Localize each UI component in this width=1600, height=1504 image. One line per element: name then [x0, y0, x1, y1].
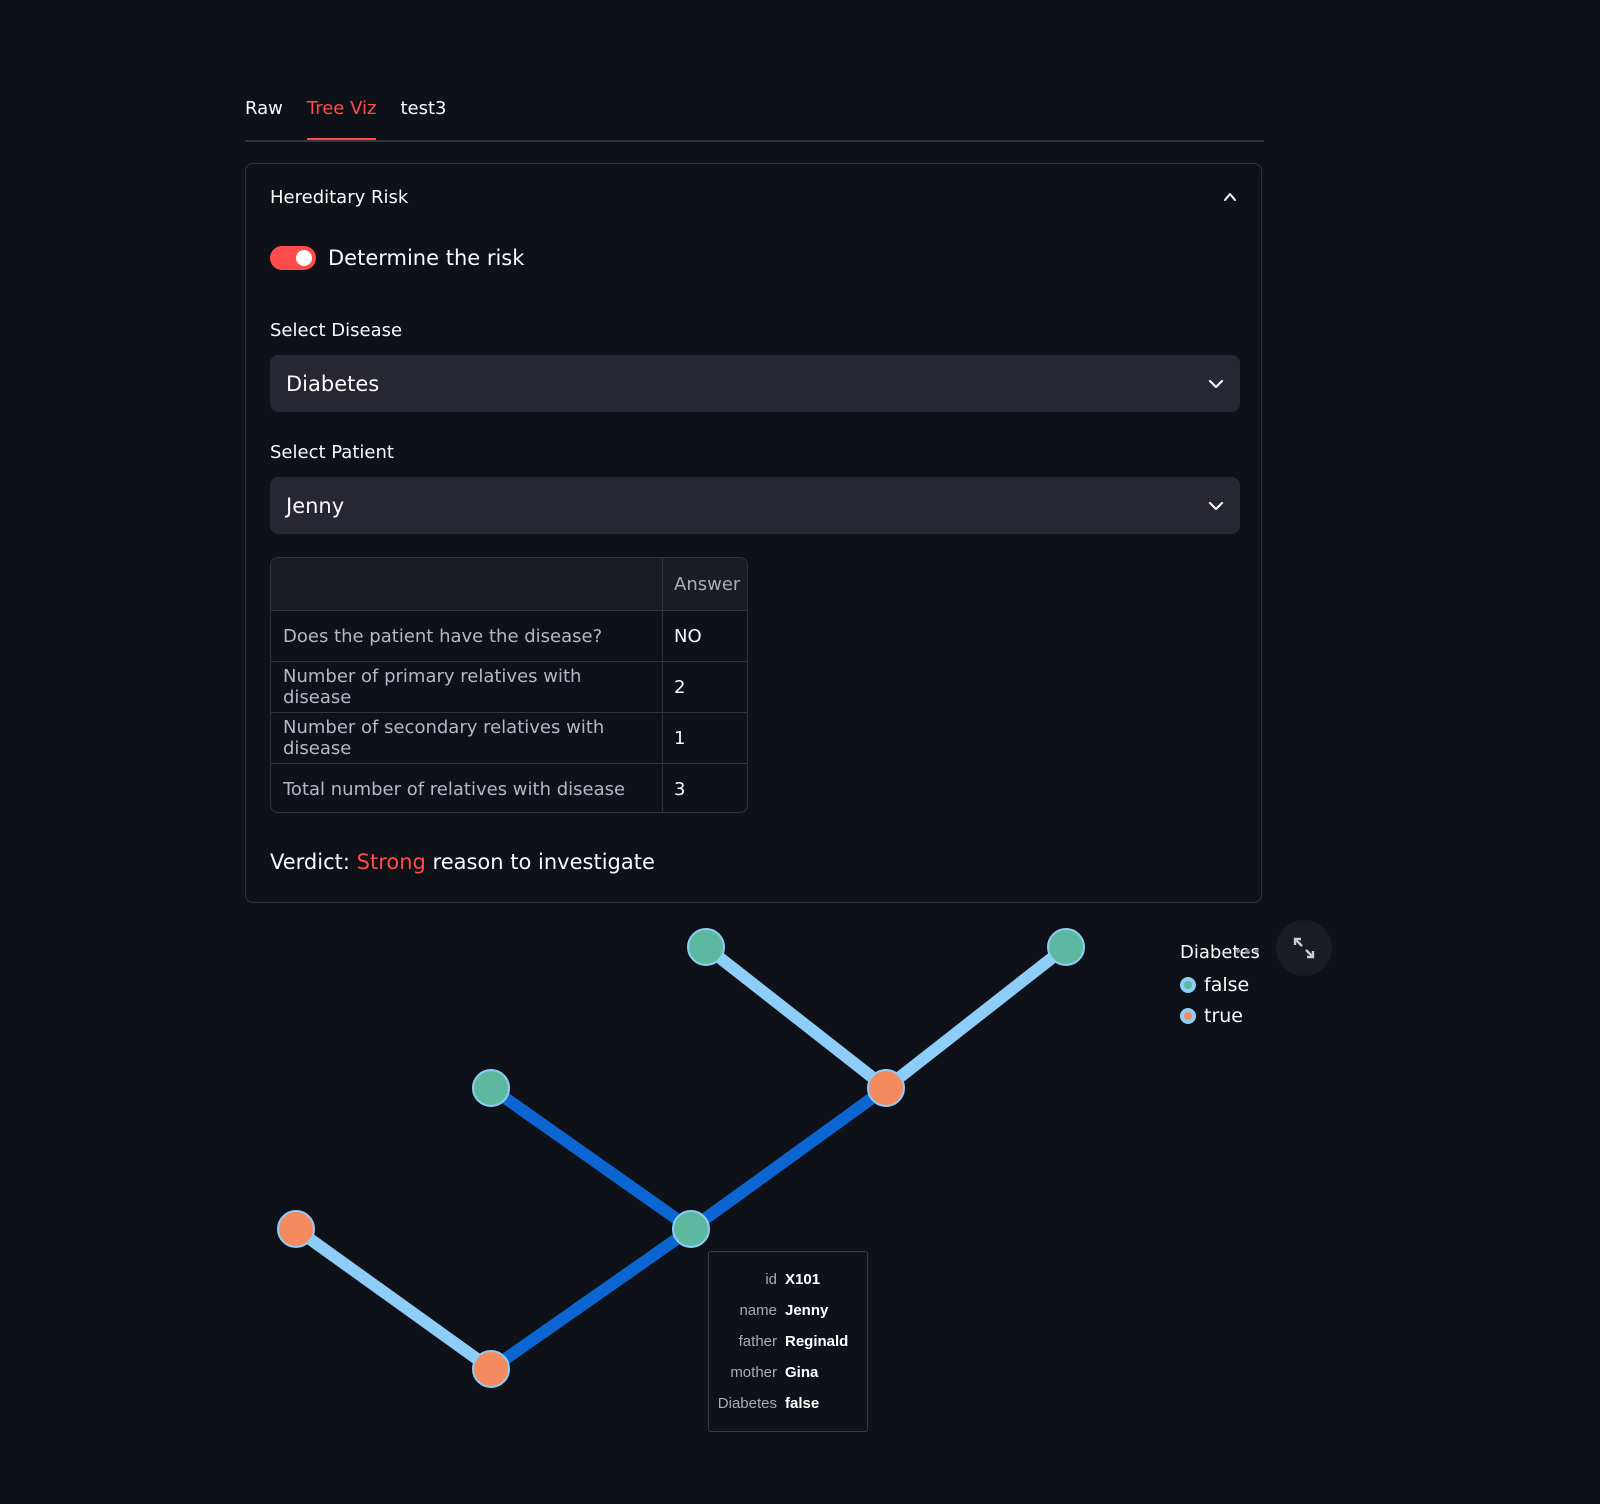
tab-tree-viz[interactable]: Tree Viz: [306, 88, 376, 140]
toggle-knob: [296, 250, 312, 266]
tree-edge: [487, 1083, 695, 1234]
table-row: Number of secondary relatives with disea…: [271, 712, 747, 763]
chevron-down-icon: [1208, 501, 1224, 510]
tab-bar: Raw Tree Viz test3: [245, 88, 1264, 142]
table-row: Does the patient have the disease? NO: [271, 610, 747, 661]
tree-node[interactable]: [867, 1069, 905, 1107]
legend-item-false[interactable]: false: [1180, 969, 1260, 1000]
tree-node[interactable]: [472, 1350, 510, 1388]
table-cell: Number of secondary relatives with disea…: [271, 713, 663, 763]
tree-node[interactable]: [672, 1210, 710, 1248]
tab-raw[interactable]: Raw: [245, 88, 283, 128]
tooltip-value: Reginald: [785, 1333, 849, 1350]
node-tooltip: id X101 name Jenny father Reginald mothe…: [708, 1251, 868, 1432]
table-cell: Number of primary relatives with disease: [271, 662, 663, 712]
tooltip-value: Gina: [785, 1364, 819, 1381]
disease-select-value: Diabetes: [286, 371, 380, 396]
hereditary-risk-expander: Hereditary Risk Determine the risk Selec…: [245, 163, 1262, 903]
table-header-cell: [271, 558, 663, 610]
table-header-row: Answer: [271, 558, 747, 610]
app-page: Raw Tree Viz test3 Hereditary Risk Deter…: [0, 0, 1600, 1504]
chevron-up-icon[interactable]: [1223, 190, 1237, 204]
patient-select[interactable]: Jenny: [270, 477, 1240, 534]
tooltip-key: Diabetes: [717, 1395, 777, 1412]
verdict-prefix: Verdict:: [270, 850, 357, 874]
tree-edge: [487, 1224, 695, 1374]
tooltip-row: mother Gina: [709, 1357, 867, 1388]
tree-node[interactable]: [277, 1210, 315, 1248]
tooltip-value: false: [785, 1395, 820, 1412]
legend-label: true: [1204, 1004, 1243, 1027]
table-cell: 2: [674, 676, 686, 698]
disease-label: Select Disease: [270, 320, 403, 341]
toggle-label: Determine the risk: [328, 246, 525, 270]
tooltip-row: id X101: [709, 1264, 867, 1295]
patient-label: Select Patient: [270, 442, 394, 463]
tooltip-value: X101: [785, 1271, 821, 1288]
legend-label: false: [1204, 973, 1250, 996]
legend-item-true[interactable]: true: [1180, 1000, 1260, 1031]
table-cell: 3: [674, 778, 686, 800]
verdict-strength: Strong: [356, 850, 426, 874]
table-header-cell: Answer: [674, 573, 741, 595]
legend-dot-false-icon: [1180, 976, 1196, 993]
table-cell: NO: [674, 625, 702, 647]
tree-edges: [292, 942, 1070, 1374]
tooltip-row: father Reginald: [709, 1326, 867, 1357]
patient-select-value: Jenny: [286, 493, 345, 518]
verdict-suffix: reason to investigate: [425, 850, 655, 874]
table-cell: 1: [674, 727, 686, 749]
tree-edge: [687, 1083, 890, 1234]
tooltip-row: name Jenny: [709, 1295, 867, 1326]
disease-select[interactable]: Diabetes: [270, 355, 1240, 412]
tree-node[interactable]: [687, 928, 725, 966]
tree-edge: [292, 1224, 495, 1374]
table-cell: Total number of relatives with disease: [271, 764, 663, 812]
expander-header[interactable]: Hereditary Risk: [246, 164, 1261, 230]
table-cell: Does the patient have the disease?: [271, 611, 663, 661]
table-row: Total number of relatives with disease 3: [271, 763, 747, 812]
expander-title: Hereditary Risk: [270, 186, 409, 208]
tooltip-key: name: [739, 1302, 777, 1319]
determine-risk-toggle[interactable]: [270, 246, 316, 270]
tree-edge: [882, 942, 1070, 1093]
expand-icon: [1293, 937, 1315, 959]
tree-node[interactable]: [472, 1069, 510, 1107]
tree-node[interactable]: [1047, 928, 1085, 966]
tooltip-value: Jenny: [785, 1302, 829, 1319]
tree-edge: [702, 942, 890, 1093]
more-horizontal-icon[interactable]: •••: [1234, 944, 1262, 960]
determine-risk-toggle-row: Determine the risk: [270, 246, 524, 270]
fullscreen-button[interactable]: [1276, 920, 1332, 976]
tooltip-key: father: [738, 1333, 777, 1350]
tooltip-key: mother: [730, 1364, 777, 1381]
tab-test3[interactable]: test3: [400, 88, 446, 128]
chevron-down-icon: [1208, 379, 1224, 388]
table-row: Number of primary relatives with disease…: [271, 661, 747, 712]
tooltip-key: id: [765, 1271, 777, 1288]
tooltip-row: Diabetes false: [709, 1388, 867, 1419]
legend-dot-true-icon: [1180, 1007, 1196, 1024]
verdict-text: Verdict: Strong reason to investigate: [270, 850, 655, 874]
tree-nodes: [277, 928, 1085, 1388]
risk-table: Answer Does the patient have the disease…: [270, 557, 748, 813]
